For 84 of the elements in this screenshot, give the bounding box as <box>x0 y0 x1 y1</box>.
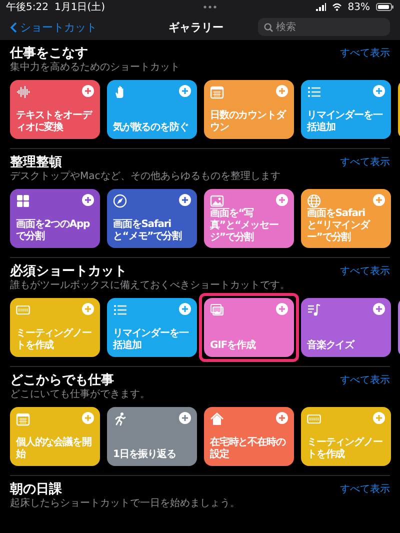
card-title: リマインダーを一括追加 <box>113 328 190 352</box>
shortcut-card[interactable]: 画面をSafariと“メモ”で分割 <box>107 189 197 248</box>
status-date: 1月1日(土) <box>54 0 105 14</box>
shortcut-card[interactable]: 1日を振り返る <box>107 407 197 466</box>
card-title: 画面をSafariと“メモ”で分割 <box>113 219 183 243</box>
shortcut-card[interactable]: 個人的な会議を開始 <box>10 407 100 466</box>
card-title: 画面を“写真”と“メッセージ”で分割 <box>210 208 280 244</box>
waveform-icon <box>16 85 30 99</box>
grid-icon <box>16 194 30 208</box>
compass-icon <box>113 194 127 208</box>
list-icon <box>113 303 127 317</box>
see-all-link[interactable]: すべて表示 <box>340 263 390 280</box>
calendar-icon <box>16 412 30 426</box>
see-all-link[interactable]: すべて表示 <box>340 154 390 171</box>
add-icon[interactable] <box>179 194 191 206</box>
section-subtitle: デスクトップやMacなど、その他あらゆるものを整理します <box>10 171 280 183</box>
shortcut-card[interactable]: リマインダーを一括追加 <box>107 298 197 357</box>
add-icon[interactable] <box>179 303 191 315</box>
shortcut-card[interactable]: 在宅時と不在時の設定 <box>204 407 294 466</box>
more-dots-icon <box>203 5 218 9</box>
add-icon[interactable] <box>82 194 94 206</box>
card-title: ミーティングノートを作成 <box>16 328 92 352</box>
calendar-icon <box>210 85 224 99</box>
add-icon[interactable] <box>373 85 385 97</box>
card-title: 日数のカウントダウン <box>210 110 287 134</box>
add-icon[interactable] <box>179 85 191 97</box>
music-list-icon <box>307 303 321 317</box>
card-title: テキストをオーディオに変換 <box>16 110 94 134</box>
shortcut-card[interactable]: ミーティングノートを作成 <box>301 407 391 466</box>
shortcut-card[interactable]: 気が散るのを防ぐ <box>107 80 197 139</box>
back-chevron-icon <box>10 22 17 32</box>
card-title: 1日を振り返る <box>113 449 177 461</box>
photos-icon <box>210 303 224 317</box>
card-title: GIFを作成 <box>210 340 257 352</box>
shortcut-card[interactable]: GIFを作成 <box>204 298 294 357</box>
signal-icon <box>316 3 326 11</box>
shortcut-card[interactable]: 日数のカウントダウン <box>204 80 294 139</box>
card-title: 画面を2つのAppで分割 <box>16 219 91 243</box>
add-icon[interactable] <box>276 412 288 424</box>
section-title: どこからでも仕事 <box>10 372 115 388</box>
keyboard-icon <box>307 412 321 426</box>
list-icon <box>307 85 321 99</box>
card-title: 在宅時と不在時の設定 <box>210 437 287 461</box>
wifi-icon <box>332 3 342 11</box>
battery-icon <box>376 3 394 11</box>
card-title: 個人的な会議を開始 <box>16 437 92 461</box>
globe-icon <box>307 194 321 208</box>
keyboard-icon <box>16 303 30 317</box>
add-icon[interactable] <box>276 194 288 206</box>
section-title: 整理整頓 <box>10 154 63 170</box>
see-all-link[interactable]: すべて表示 <box>340 481 390 498</box>
card-title: 音楽クイズ <box>307 340 356 352</box>
shortcut-card[interactable]: 画面を“写真”と“メッセージ”で分割 <box>204 189 294 248</box>
section-title: 朝の日課 <box>10 481 63 498</box>
battery-percent: 83% <box>348 2 370 12</box>
see-all-link[interactable]: すべて表示 <box>340 45 390 62</box>
add-icon[interactable] <box>373 303 385 315</box>
status-time: 午後5:22 <box>6 1 48 14</box>
add-icon[interactable] <box>276 303 288 315</box>
shortcut-card[interactable]: リマインダーを一括追加 <box>301 80 391 139</box>
shortcut-card[interactable]: 画面を2つのAppで分割 <box>10 189 100 248</box>
card-title: ミーティングノートを作成 <box>307 437 384 461</box>
search-field[interactable]: 検索 <box>258 18 390 36</box>
add-icon[interactable] <box>179 412 191 424</box>
shortcut-card[interactable]: ミーティングノートを作成 <box>10 298 100 357</box>
see-all-link[interactable]: すべて表示 <box>340 372 390 389</box>
add-icon[interactable] <box>82 85 94 97</box>
section-title: 仕事をこなす <box>10 45 89 62</box>
runner-icon <box>113 412 127 426</box>
page-title: ギャラリー <box>168 20 224 34</box>
section-subtitle: どこにいても仕事ができます。 <box>10 389 150 401</box>
shortcut-card[interactable]: 音楽クイズ <box>301 298 391 357</box>
back-link[interactable]: ショートカット <box>10 20 134 34</box>
section-subtitle: 誰もがツールボックスに備えておくべきショートカットです。 <box>10 280 290 292</box>
card-title: 画面をSafariと“リマインダー”で分割 <box>307 208 372 244</box>
house-icon <box>210 412 224 426</box>
section-subtitle: 起床したらショートカットで一日を始めましょう。 <box>10 498 240 510</box>
card-title: 気が散るのを防ぐ <box>113 122 190 134</box>
image-icon <box>210 194 224 208</box>
shortcut-card[interactable]: テキストをオーディオに変換 <box>10 80 100 139</box>
section-title: 必須ショートカット <box>10 263 128 280</box>
section-subtitle: 集中力を高めるためのショートカット <box>10 62 180 74</box>
shortcut-card[interactable]: 画面をSafariと“リマインダー”で分割 <box>301 189 391 248</box>
card-title: リマインダーを一括追加 <box>307 110 384 134</box>
